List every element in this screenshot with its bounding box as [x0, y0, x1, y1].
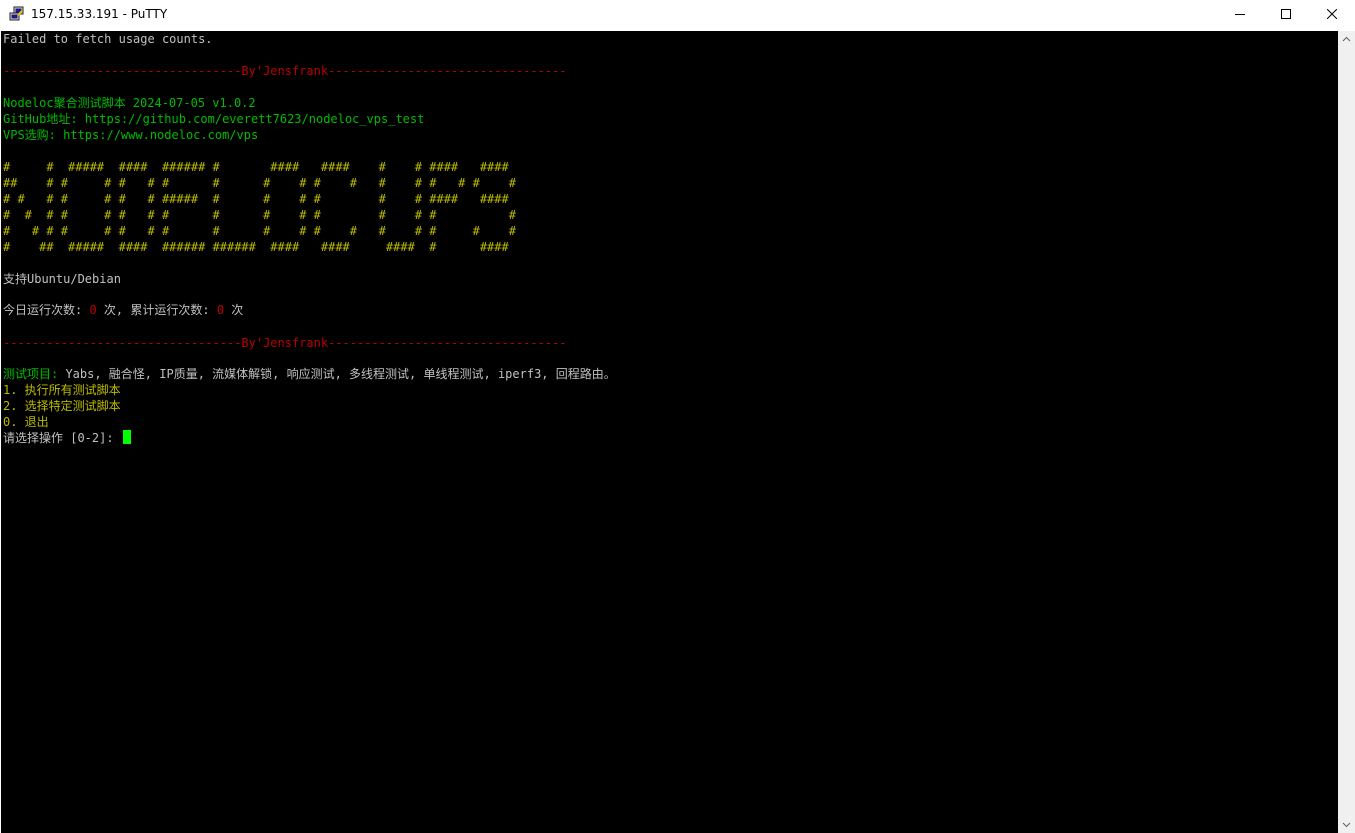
scroll-down-button[interactable]: [1338, 816, 1355, 833]
menu-option-0: 0. 退出: [3, 415, 49, 429]
minimize-button[interactable]: [1217, 0, 1263, 30]
putty-icon[interactable]: [9, 6, 25, 22]
close-icon: [1327, 9, 1337, 19]
usage-today-count: 0: [89, 303, 97, 317]
title-bar[interactable]: 157.15.33.191 - PuTTY: [0, 0, 1355, 30]
github-line: GitHub地址: https://github.com/everett7623…: [3, 112, 425, 126]
ascii-banner-line: # # # # # # # ##### # # # # # # #### ###…: [3, 192, 509, 206]
script-title-line: Nodeloc聚合测试脚本 2024-07-05 v1.0.2: [3, 96, 256, 110]
usage-suffix: 次: [224, 303, 244, 317]
vps-line: VPS选购: https://www.nodeloc.com/vps: [3, 128, 259, 142]
text-cursor: [122, 430, 131, 444]
test-items-label: 测试项目:: [3, 367, 59, 381]
usage-prefix: 今日运行次数:: [3, 303, 90, 317]
ascii-banner-line: # # # # # # # # # # # # # # # # # #: [3, 224, 516, 238]
usage-total-count: 0: [216, 303, 225, 317]
close-button[interactable]: [1309, 0, 1355, 30]
ascii-banner-line: # # # # # # # # # # # # # # # #: [3, 208, 516, 222]
ascii-banner-line: # # ##### #### ###### # #### #### # # ##…: [3, 160, 509, 174]
separator-line: ---------------------------------By'Jens…: [3, 336, 567, 350]
prompt-text: 请选择操作 [0-2]:: [3, 431, 121, 445]
menu-option-1: 1. 执行所有测试脚本: [3, 383, 121, 397]
maximize-button[interactable]: [1263, 0, 1309, 30]
terminal-output[interactable]: Failed to fetch usage counts. ----------…: [1, 31, 1338, 833]
chevron-down-icon: [1342, 822, 1351, 828]
scroll-up-button[interactable]: [1338, 31, 1355, 48]
usage-count-line: 今日运行次数: 0 次, 累计运行次数: 0 次: [3, 302, 243, 318]
ascii-banner-line: # ## ##### #### ###### ###### #### #### …: [3, 240, 509, 254]
window-title: 157.15.33.191 - PuTTY: [31, 7, 168, 21]
usage-middle: 次, 累计运行次数:: [96, 303, 217, 317]
vertical-scrollbar[interactable]: [1338, 31, 1355, 833]
putty-window: 157.15.33.191 - PuTTY Failed to fetch us…: [0, 0, 1355, 833]
scroll-thumb[interactable]: [1340, 48, 1353, 816]
prompt-line[interactable]: 请选择操作 [0-2]:: [3, 430, 131, 446]
support-line: 支持Ubuntu/Debian: [3, 272, 121, 286]
ascii-banner-line: ## # # # # # # # # # # # # # # # # #: [3, 176, 516, 190]
test-items-list: Yabs, 融合怪, IP质量, 流媒体解锁, 响应测试, 多线程测试, 单线程…: [58, 367, 616, 381]
test-items-line: 测试项目: Yabs, 融合怪, IP质量, 流媒体解锁, 响应测试, 多线程测…: [3, 366, 616, 382]
chevron-up-icon: [1342, 36, 1351, 42]
maximize-icon: [1281, 9, 1291, 19]
terminal-line: Failed to fetch usage counts.: [3, 32, 213, 46]
minimize-icon: [1235, 14, 1245, 15]
menu-option-2: 2. 选择特定测试脚本: [3, 399, 121, 413]
separator-line: ---------------------------------By'Jens…: [3, 64, 567, 78]
